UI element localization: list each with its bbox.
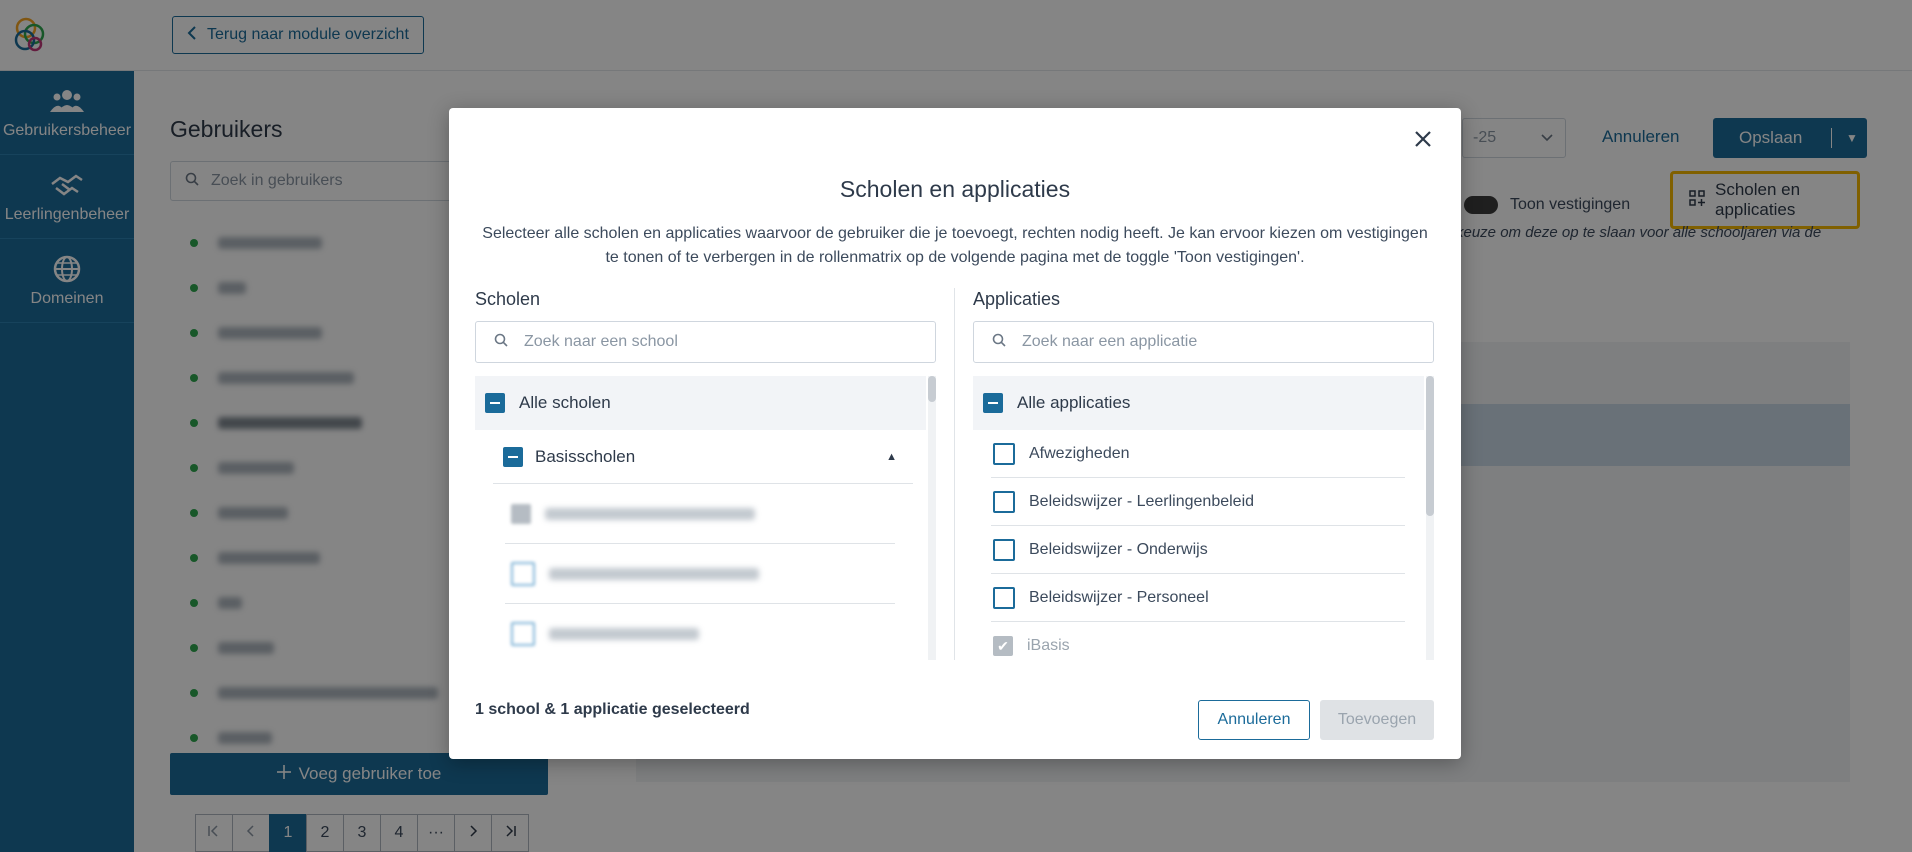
applications-list: Alle applicaties Afwezigheden Beleidswij… — [973, 376, 1434, 660]
blurred-school-name — [549, 567, 759, 580]
group-checkbox[interactable] — [503, 446, 523, 467]
all-applications-checkbox[interactable] — [983, 393, 1003, 413]
application-label: Beleidswijzer - Onderwijs — [1029, 540, 1208, 558]
search-icon — [494, 333, 508, 352]
all-schools-checkbox[interactable] — [485, 393, 505, 413]
checked-disabled-checkbox: ✔ — [993, 636, 1013, 656]
application-row[interactable]: Beleidswijzer - Onderwijs — [991, 526, 1405, 574]
application-checkbox[interactable] — [993, 586, 1015, 609]
close-button[interactable] — [1411, 129, 1435, 153]
search-icon — [992, 333, 1006, 352]
schools-list: Alle scholen Basisscholen ▲ — [475, 376, 936, 660]
schools-and-apps-modal: Scholen en applicaties Selecteer alle sc… — [449, 108, 1461, 759]
school-row[interactable] — [505, 604, 895, 660]
modal-cancel-button[interactable]: Annuleren — [1198, 700, 1310, 740]
add-button[interactable]: Toevoegen — [1320, 700, 1434, 740]
application-row[interactable]: Afwezigheden — [991, 430, 1405, 478]
school-search-field[interactable] — [475, 321, 936, 363]
modal-title: Scholen en applicaties — [839, 176, 1071, 202]
blurred-checkbox[interactable] — [511, 561, 535, 586]
application-label: Beleidswijzer - Personeel — [1029, 588, 1209, 606]
collapse-arrow-icon[interactable]: ▲ — [886, 451, 897, 463]
all-schools-label: Alle scholen — [519, 393, 611, 412]
schools-title: Scholen — [475, 289, 541, 309]
schools-scrollbar[interactable] — [928, 376, 936, 660]
application-label: Afwezigheden — [1029, 444, 1130, 462]
blurred-checkbox[interactable] — [511, 503, 531, 524]
blurred-school-name — [549, 628, 699, 640]
all-applications-row[interactable]: Alle applicaties — [973, 376, 1424, 430]
all-applications-label: Alle applicaties — [1017, 393, 1131, 412]
school-row[interactable] — [505, 544, 895, 604]
blurred-school-name — [545, 507, 755, 520]
column-divider — [954, 288, 955, 660]
application-checkbox[interactable] — [993, 442, 1015, 465]
application-checkbox[interactable] — [993, 538, 1015, 561]
application-row: ✔ iBasis — [991, 622, 1405, 660]
application-row[interactable]: Beleidswijzer - Leerlingenbeleid — [991, 478, 1405, 526]
selection-summary: 1 school & 1 applicatie geselecteerd — [475, 701, 750, 718]
application-label: iBasis — [1027, 637, 1070, 654]
school-group-label: Basisscholen — [535, 446, 636, 466]
close-icon — [1414, 130, 1432, 153]
blurred-checkbox[interactable] — [511, 622, 535, 646]
application-label: Beleidswijzer - Leerlingenbeleid — [1029, 492, 1255, 510]
school-group-row[interactable]: Basisscholen ▲ — [493, 430, 913, 484]
application-search-field[interactable] — [973, 321, 1434, 363]
modal-description: Selecteer alle scholen en applicaties wa… — [482, 225, 1428, 266]
scrollbar-thumb[interactable] — [1426, 376, 1434, 516]
applications-scrollbar[interactable] — [1426, 376, 1434, 660]
all-schools-row[interactable]: Alle scholen — [475, 376, 926, 430]
applications-title: Applicaties — [973, 289, 1061, 309]
application-search-input[interactable] — [1020, 332, 1404, 352]
application-row[interactable]: Beleidswijzer - Personeel — [991, 574, 1405, 622]
scrollbar-thumb[interactable] — [928, 376, 936, 402]
application-checkbox[interactable] — [993, 490, 1015, 513]
school-search-input[interactable] — [522, 332, 906, 352]
school-row[interactable] — [505, 484, 895, 544]
